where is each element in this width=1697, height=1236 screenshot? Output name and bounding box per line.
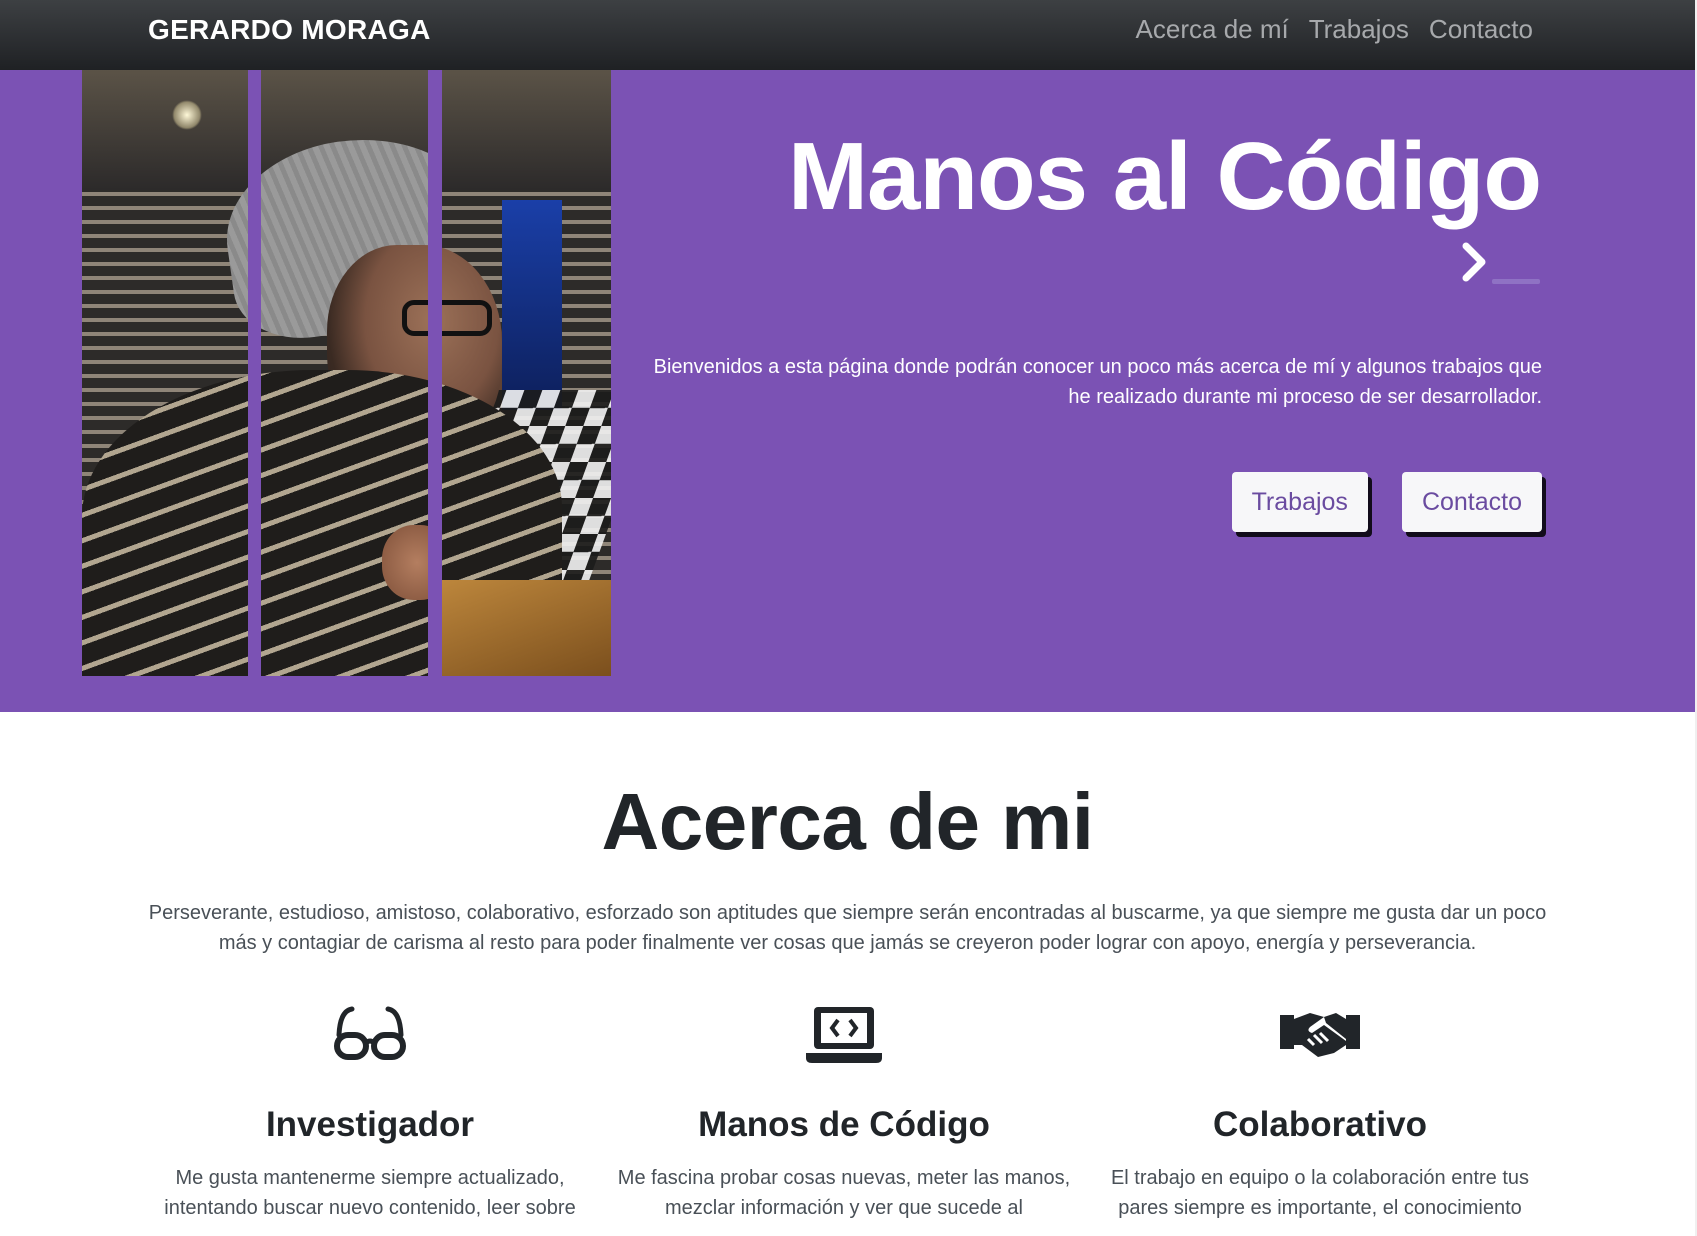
feature-text: Me gusta mantenerme siempre actualizado,… xyxy=(164,1167,576,1219)
navbar: GERARDO MORAGA Acerca de mí Trabajos Con… xyxy=(0,0,1697,70)
handshake-icon xyxy=(1280,1013,1360,1057)
feature-colaborativo: Colaborativo El trabajo en equipo o la c… xyxy=(1090,1005,1550,1223)
feature-manos-de-codigo: Manos de Código Me fascina probar cosas … xyxy=(614,1005,1074,1223)
hero-title: Manos al Código xyxy=(788,123,1542,230)
photo-strip xyxy=(442,70,611,676)
profile-photo xyxy=(82,70,611,676)
terminal-prompt-icon xyxy=(1462,242,1540,284)
feature-title: Investigador xyxy=(265,1105,475,1144)
feature-investigador: Investigador Me gusta mantenerme siempre… xyxy=(140,1005,600,1223)
contacto-button[interactable]: Contacto xyxy=(1401,472,1542,532)
glasses-icon xyxy=(334,1006,406,1060)
feature-text: El trabajo en equipo o la colaboración e… xyxy=(1110,1167,1530,1219)
hero-section: Manos al Código Bienvenidos a esta págin… xyxy=(0,70,1695,712)
feature-title: Manos de Código xyxy=(698,1105,990,1144)
hero-description: Bienvenidos a esta página donde podrán c… xyxy=(653,356,1542,408)
nav-link-trabajos[interactable]: Trabajos xyxy=(1309,14,1409,45)
about-title: Acerca de mi xyxy=(601,777,1094,866)
about-description: Perseverante, estudioso, amistoso, colab… xyxy=(148,902,1547,954)
feature-title: Colaborativo xyxy=(1213,1105,1427,1144)
nav-links: Acerca de mí Trabajos Contacto xyxy=(1136,14,1533,45)
laptop-code-icon xyxy=(806,1007,882,1063)
photo-strip xyxy=(261,70,428,676)
nav-link-contacto[interactable]: Contacto xyxy=(1429,14,1533,45)
brand-logo[interactable]: GERARDO MORAGA xyxy=(148,14,431,46)
nav-link-acerca[interactable]: Acerca de mí xyxy=(1136,14,1289,45)
photo-strip xyxy=(82,70,248,676)
feature-text: Me fascina probar cosas nuevas, meter la… xyxy=(617,1167,1071,1219)
hero-buttons: Trabajos Contacto xyxy=(1231,472,1542,532)
trabajos-button[interactable]: Trabajos xyxy=(1231,472,1368,532)
